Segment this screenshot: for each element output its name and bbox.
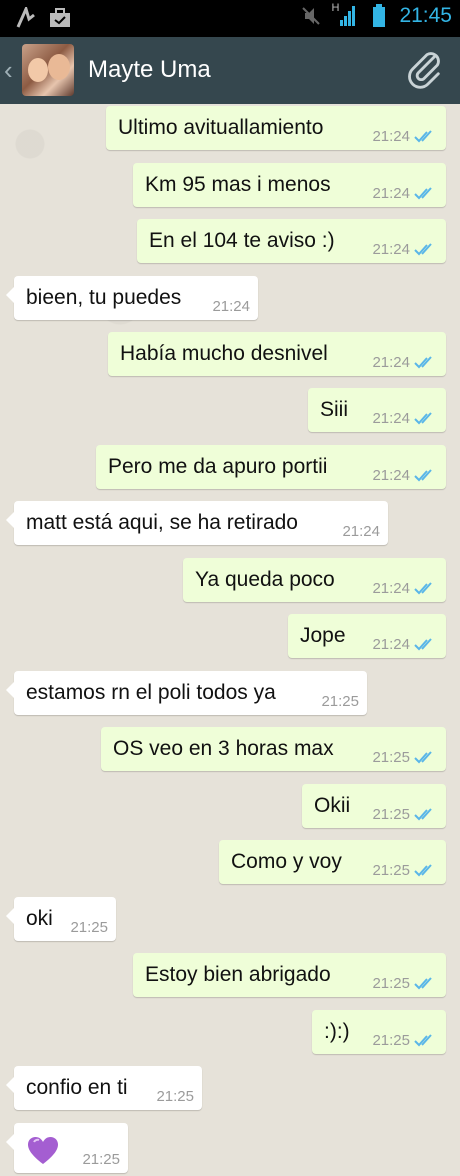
message-outgoing[interactable]: Siii 21:24 [308, 388, 446, 432]
message-outgoing[interactable]: Okii 21:25 [302, 784, 446, 828]
read-ticks-icon [414, 976, 432, 989]
message-time: 21:25 [82, 1151, 120, 1168]
message-time: 21:24 [372, 354, 410, 371]
cell-signal-icon: H [331, 2, 359, 28]
message-text: Estoy bien abrigado [145, 963, 331, 986]
message-incoming[interactable]: matt está aqui, se ha retirado 21:24 [6, 501, 388, 545]
read-ticks-icon [414, 242, 432, 255]
read-ticks-icon [414, 807, 432, 820]
message-time: 21:25 [70, 919, 108, 936]
message-text: Km 95 mas i menos [145, 173, 331, 196]
purple-heart-icon [27, 1136, 59, 1172]
contact-avatar[interactable] [22, 44, 74, 96]
message-text: En el 104 te aviso :) [149, 229, 335, 252]
message-time: 21:24 [212, 298, 250, 315]
message-outgoing[interactable]: Estoy bien abrigado 21:25 [133, 953, 446, 997]
read-ticks-icon [414, 750, 432, 763]
message-text: estamos rn el poli todos ya [26, 681, 276, 704]
paperclip-icon[interactable] [408, 51, 446, 94]
message-text: OS veo en 3 horas max [113, 737, 334, 760]
message-incoming[interactable]: oki 21:25 [6, 897, 116, 941]
message-time: 21:24 [372, 580, 410, 597]
network-type-label: H [331, 2, 340, 14]
message-text: Siii [320, 398, 349, 421]
message-text: Había mucho desnivel [120, 342, 328, 365]
read-ticks-icon [414, 186, 432, 199]
mute-icon [299, 4, 323, 28]
message-text: Pero me da apuro portii [108, 455, 328, 478]
message-time: 21:25 [372, 862, 410, 879]
message-text: Okii [314, 794, 351, 817]
read-ticks-icon [414, 863, 432, 876]
message-outgoing[interactable]: :):) 21:25 [312, 1010, 446, 1054]
message-incoming[interactable]: confio en ti 21:25 [6, 1066, 202, 1110]
message-text: :):) [324, 1020, 350, 1043]
message-outgoing[interactable]: OS veo en 3 horas max 21:25 [101, 727, 446, 771]
status-time: 21:45 [399, 4, 452, 27]
message-list[interactable]: Ultimo avituallamiento 21:24 Km 95 mas i… [0, 104, 460, 1176]
message-text: bieen, tu puedes [26, 286, 182, 309]
signal-activity-icon [14, 6, 38, 30]
battery-icon [367, 4, 391, 28]
status-bar: H 21:45 [0, 0, 460, 37]
message-text: Jope [300, 624, 346, 647]
message-time: 21:25 [156, 1088, 194, 1105]
message-text: matt está aqui, se ha retirado [26, 511, 298, 534]
message-time: 21:25 [372, 975, 410, 992]
message-time: 21:24 [372, 128, 410, 145]
message-text: Ya queda poco [195, 568, 335, 591]
message-time: 21:24 [372, 241, 410, 258]
message-outgoing[interactable]: Jope 21:24 [288, 614, 446, 658]
read-ticks-icon [414, 411, 432, 424]
message-incoming[interactable]: 21:25 [6, 1123, 128, 1173]
message-incoming[interactable]: bieen, tu puedes 21:24 [6, 276, 258, 320]
message-outgoing[interactable]: En el 104 te aviso :) 21:24 [137, 219, 446, 263]
message-time: 21:25 [372, 1032, 410, 1049]
read-ticks-icon [414, 1033, 432, 1046]
message-outgoing[interactable]: Ultimo avituallamiento 21:24 [106, 106, 446, 150]
message-outgoing[interactable]: Había mucho desnivel 21:24 [108, 332, 446, 376]
contact-name[interactable]: Mayte Uma [88, 56, 211, 84]
message-outgoing[interactable]: Ya queda poco 21:24 [183, 558, 446, 602]
message-time: 21:25 [372, 806, 410, 823]
briefcase-icon [48, 6, 72, 30]
message-outgoing[interactable]: Como y voy 21:25 [219, 840, 446, 884]
message-outgoing[interactable]: Pero me da apuro portii 21:24 [96, 445, 446, 489]
message-time: 21:24 [372, 410, 410, 427]
message-time: 21:24 [342, 523, 380, 540]
message-outgoing[interactable]: Km 95 mas i menos 21:24 [133, 163, 446, 207]
message-incoming[interactable]: estamos rn el poli todos ya 21:25 [6, 671, 367, 715]
message-text: Como y voy [231, 850, 342, 873]
read-ticks-icon [414, 355, 432, 368]
read-ticks-icon [414, 581, 432, 594]
message-time: 21:24 [372, 185, 410, 202]
message-text: Ultimo avituallamiento [118, 116, 324, 139]
conversation-header: ‹ Mayte Uma [0, 37, 460, 106]
read-ticks-icon [414, 637, 432, 650]
message-time: 21:24 [372, 636, 410, 653]
read-ticks-icon [414, 129, 432, 142]
message-time: 21:25 [372, 749, 410, 766]
message-text: oki [26, 907, 53, 930]
chevron-left-icon[interactable]: ‹ [4, 55, 13, 86]
message-time: 21:25 [321, 693, 359, 710]
read-ticks-icon [414, 468, 432, 481]
message-text: confio en ti [26, 1076, 128, 1099]
message-time: 21:24 [372, 467, 410, 484]
